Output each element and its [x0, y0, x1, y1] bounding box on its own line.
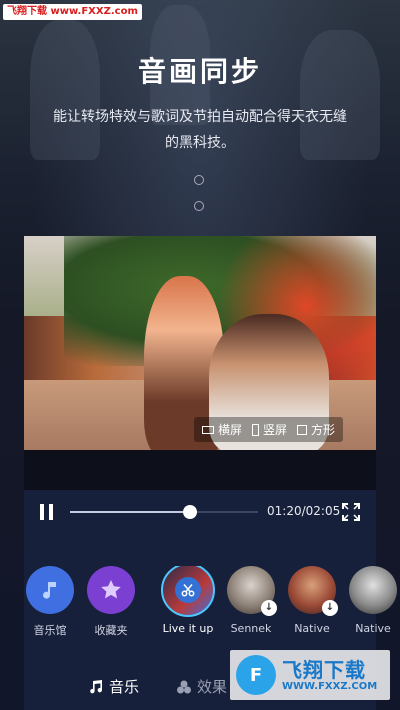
- music-item-native-2[interactable]: Native: [343, 566, 400, 635]
- scissors-icon: [175, 577, 201, 603]
- tab-label: 效果: [197, 678, 228, 696]
- progress-fill: [70, 511, 191, 513]
- watermark: 飞翔下载 www.FXXZ.com: [3, 4, 142, 20]
- tab-label: 音乐: [109, 678, 140, 696]
- music-item-favorites[interactable]: 收藏夹: [81, 566, 141, 638]
- music-note-icon: [90, 679, 103, 693]
- subtitle-line-2: 的黑科技。: [165, 135, 235, 151]
- music-item-native[interactable]: ↓ Native: [282, 566, 342, 635]
- feature-subtitle: 能让转场特效与歌词及节拍自动配合得天衣无缝 的黑科技。: [30, 104, 370, 156]
- square-icon: [297, 424, 308, 435]
- music-item-label: Live it up: [162, 622, 214, 635]
- preview-letterbox: [24, 450, 376, 490]
- video-preview[interactable]: 横屏 竖屏 方形: [24, 236, 376, 450]
- music-item-label: 收藏夹: [94, 624, 128, 637]
- logo-url: WWW.FXXZ.COM: [282, 681, 378, 692]
- pager-dot[interactable]: [194, 175, 204, 185]
- download-icon[interactable]: ↓: [261, 600, 277, 616]
- music-note-icon: [26, 566, 74, 614]
- orientation-label: 竖屏: [263, 423, 288, 437]
- orientation-selector: 横屏 竖屏 方形: [194, 417, 344, 442]
- portrait-icon: [252, 423, 260, 436]
- logo-mark: F: [236, 655, 276, 695]
- orientation-landscape-button[interactable]: 横屏: [202, 421, 242, 438]
- orientation-square-button[interactable]: 方形: [297, 421, 335, 438]
- progress-track[interactable]: [70, 505, 258, 519]
- subtitle-line-1: 能让转场特效与歌词及节拍自动配合得天衣无缝: [53, 109, 347, 125]
- playback-time: 01:20/02:05: [267, 504, 341, 518]
- music-item-label: Sennek: [230, 622, 272, 635]
- album-cover: [161, 566, 215, 617]
- orientation-portrait-button[interactable]: 竖屏: [252, 421, 287, 438]
- music-list: 音乐馆 收藏夹 Live it up ↓ Sennek ↓ Native Nat…: [20, 566, 400, 646]
- star-icon: [87, 566, 135, 614]
- music-item-library[interactable]: 音乐馆: [20, 566, 80, 638]
- album-cover: ↓: [288, 566, 338, 616]
- pager-dots: [194, 175, 204, 227]
- music-item-label: 音乐馆: [33, 624, 67, 637]
- landscape-icon: [202, 425, 214, 434]
- brand-logo: F 飞翔下载 WWW.FXXZ.COM: [230, 650, 390, 700]
- tab-effects[interactable]: 效果: [176, 676, 227, 697]
- album-cover: ↓: [227, 566, 277, 616]
- effects-icon: [177, 680, 191, 693]
- logo-name: 飞翔下载: [282, 658, 366, 682]
- feature-title: 音画同步: [137, 55, 262, 88]
- pause-icon[interactable]: [40, 504, 54, 520]
- download-icon[interactable]: ↓: [322, 600, 338, 616]
- progress-knob[interactable]: [183, 505, 198, 519]
- music-item-sennek[interactable]: ↓ Sennek: [221, 566, 281, 635]
- orientation-label: 方形: [311, 423, 336, 437]
- album-cover: [349, 566, 397, 614]
- orientation-label: 横屏: [218, 423, 243, 437]
- music-item-live-it-up[interactable]: Live it up: [158, 566, 218, 635]
- tab-music[interactable]: 音乐: [88, 676, 139, 697]
- music-item-label: Native: [294, 622, 330, 635]
- fullscreen-icon[interactable]: [342, 503, 360, 521]
- pager-dot[interactable]: [194, 201, 204, 211]
- music-item-label: Native: [355, 622, 391, 635]
